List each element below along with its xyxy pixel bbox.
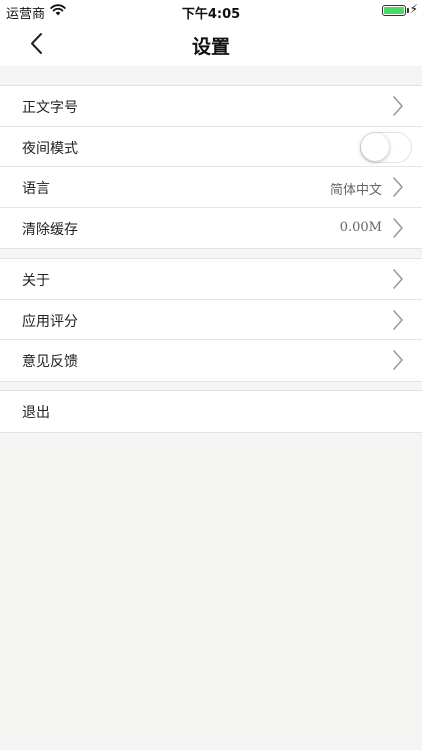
settings-group-about: 关于 应用评分 意见反馈	[0, 258, 422, 382]
row-about[interactable]: 关于	[0, 259, 422, 300]
row-label: 退出	[22, 405, 50, 421]
chevron-right-icon	[393, 217, 403, 238]
battery-fill	[384, 7, 404, 14]
charging-bolt-icon: ⚡	[409, 2, 418, 16]
battery-icon	[382, 5, 406, 16]
nav-bar: 设置	[0, 22, 422, 66]
logout-button[interactable]: 退出	[0, 391, 422, 432]
chevron-right-icon	[393, 350, 403, 370]
cache-size-value: 0.00M	[339, 219, 382, 235]
row-language[interactable]: 语言 简体中文	[0, 167, 422, 208]
row-label: 清除缓存	[22, 221, 78, 238]
row-clear-cache[interactable]: 清除缓存 0.00M	[0, 208, 422, 249]
row-label: 夜间模式	[22, 140, 78, 157]
settings-group-logout: 退出	[0, 390, 422, 433]
row-label: 关于	[22, 273, 50, 289]
row-rate-app[interactable]: 应用评分	[0, 300, 422, 340]
status-bar: 运营商 下午4:05 ⚡	[0, 0, 422, 22]
page-title: 设置	[191, 36, 230, 58]
row-label: 正文字号	[22, 100, 78, 116]
row-label: 语言	[22, 181, 50, 197]
chevron-right-icon	[393, 309, 403, 330]
chevron-right-icon	[393, 269, 403, 289]
row-night-mode: 夜间模式	[0, 127, 422, 167]
settings-group-display: 正文字号 夜间模式 语言 简体中文 清除缓存 0.00M	[0, 85, 422, 249]
night-mode-toggle[interactable]	[360, 131, 412, 163]
language-value: 简体中文	[329, 183, 382, 198]
chevron-right-icon	[393, 177, 403, 197]
row-feedback[interactable]: 意见反馈	[0, 340, 422, 381]
row-label: 意见反馈	[22, 354, 78, 370]
status-time: 下午4:05	[181, 7, 241, 22]
toggle-knob	[361, 132, 389, 161]
row-label: 应用评分	[22, 313, 78, 330]
chevron-right-icon	[393, 96, 403, 116]
row-font-size[interactable]: 正文字号	[0, 86, 422, 127]
